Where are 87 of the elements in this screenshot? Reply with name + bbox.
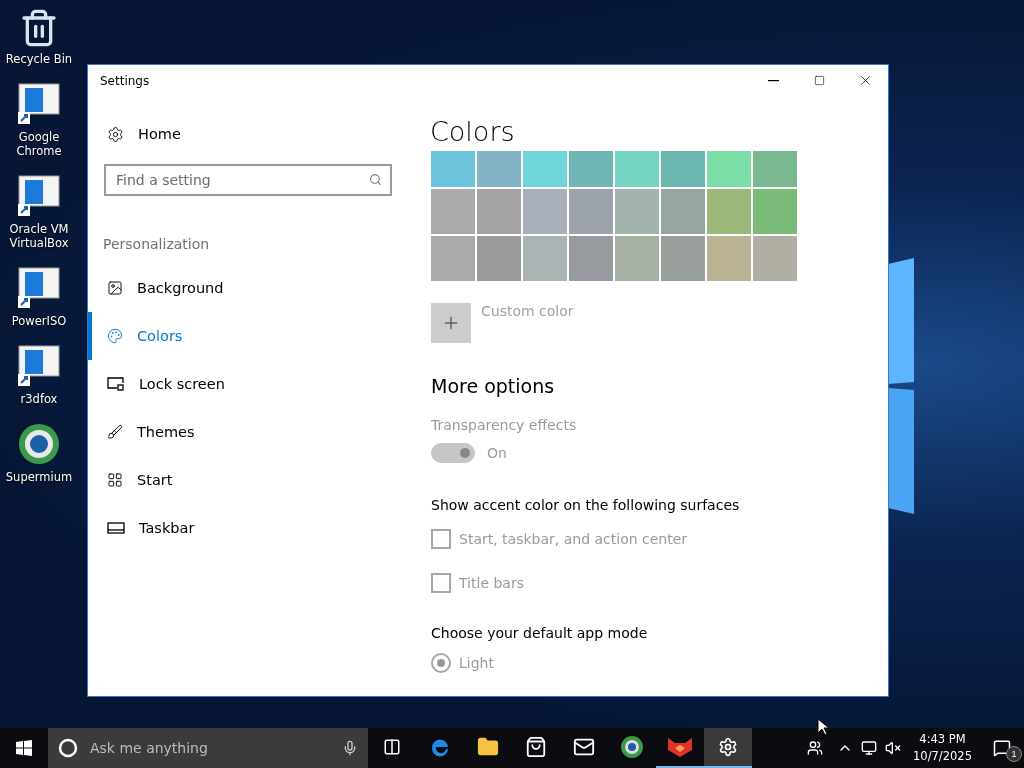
network-icon — [861, 740, 878, 756]
volume-muted-icon — [885, 740, 902, 756]
checkbox-label: Title bars — [459, 575, 524, 591]
folder-icon — [477, 736, 499, 758]
icon-label: PowerISO — [10, 314, 68, 328]
clock[interactable]: 4:43 PM 10/7/2025 — [905, 731, 980, 765]
setting-label: Transparency effects — [431, 417, 578, 433]
taskbar-app-button[interactable] — [704, 728, 752, 768]
color-swatch[interactable] — [523, 189, 567, 234]
notification-count: 1 — [1006, 746, 1022, 762]
window-shortcut-icon — [17, 82, 61, 126]
color-swatch[interactable] — [615, 236, 659, 281]
icon-label: r3dfox — [19, 392, 59, 406]
maximize-icon — [813, 75, 825, 86]
settings-icon — [718, 737, 738, 757]
color-swatch[interactable] — [431, 151, 475, 187]
color-swatch[interactable] — [569, 151, 613, 187]
window-shortcut-icon — [17, 174, 61, 218]
color-swatch[interactable] — [523, 151, 567, 187]
color-swatch[interactable] — [661, 236, 705, 281]
notification-icon — [993, 739, 1011, 757]
lock-screen-icon — [107, 376, 125, 392]
nav-item[interactable]: Colors — [88, 312, 408, 360]
color-swatch[interactable] — [477, 189, 521, 234]
windows-logo-icon — [16, 740, 32, 756]
taskbar-search-field[interactable]: Ask me anything — [88, 739, 332, 757]
taskbar-icon — [107, 521, 125, 535]
nav-item[interactable]: Start — [88, 456, 408, 504]
image-icon — [107, 280, 123, 296]
section-heading: Personalization — [103, 236, 211, 252]
setting-label: Show accent color on the following surfaces — [431, 497, 741, 513]
color-swatch[interactable] — [661, 151, 705, 187]
window-title: Settings — [100, 73, 151, 88]
checkbox-label: Start, taskbar, and action center — [459, 531, 688, 547]
setting-label: Choose your default app mode — [431, 625, 649, 641]
color-swatch[interactable] — [707, 189, 751, 234]
color-swatch[interactable] — [477, 151, 521, 187]
color-swatch[interactable] — [477, 236, 521, 281]
icon-label: Supermium — [4, 470, 74, 484]
color-swatch[interactable] — [707, 151, 751, 187]
color-swatch[interactable] — [753, 236, 797, 281]
mail-icon — [573, 736, 595, 758]
brush-icon — [107, 424, 123, 440]
page-title: Colors — [430, 116, 516, 147]
nav-item[interactable]: Lock screen — [88, 360, 408, 408]
globe-icon — [17, 422, 61, 466]
settings-icon — [107, 125, 124, 143]
icon-label: Google Chrome — [15, 130, 63, 158]
task-view-icon — [383, 738, 401, 756]
window-shortcut-icon — [17, 344, 61, 388]
color-swatch[interactable] — [753, 151, 797, 187]
home-nav-item[interactable]: Home — [88, 110, 408, 158]
icon-label: Recycle Bin — [4, 52, 74, 66]
nav-item[interactable]: Background — [88, 264, 408, 312]
toggle-state-label: On — [487, 445, 507, 461]
custom-color-label: Custom color — [481, 303, 574, 321]
mouse-cursor-icon — [817, 718, 829, 736]
search-icon — [369, 173, 382, 186]
color-swatch[interactable] — [431, 189, 475, 234]
section-heading: More options — [431, 375, 556, 397]
nav-item[interactable]: Taskbar — [88, 504, 408, 552]
store-icon — [525, 736, 547, 758]
color-swatch[interactable] — [707, 236, 751, 281]
color-swatch[interactable] — [569, 236, 613, 281]
color-swatch[interactable] — [615, 151, 659, 187]
cortana-circle-icon — [58, 738, 78, 758]
nav-item[interactable]: Themes — [88, 408, 408, 456]
people-icon — [807, 740, 824, 756]
add-color-button[interactable] — [431, 303, 471, 343]
palette-icon — [107, 328, 123, 344]
radio-label: Light — [459, 655, 494, 671]
color-swatch[interactable] — [523, 236, 567, 281]
taskbar-search-box[interactable]: Ask me anything — [48, 728, 368, 768]
color-swatch[interactable] — [753, 189, 797, 234]
color-swatch[interactable] — [569, 189, 613, 234]
color-swatch[interactable] — [431, 236, 475, 281]
color-swatch[interactable] — [615, 189, 659, 234]
minimize-icon — [767, 79, 779, 82]
action-center-button[interactable]: 1 — [980, 728, 1024, 768]
microphone-icon — [342, 740, 358, 756]
icon-label: Oracle VM VirtualBox — [8, 222, 70, 250]
fox-icon — [667, 736, 693, 758]
grid-icon — [107, 472, 123, 488]
search-field[interactable]: Find a setting — [104, 164, 392, 196]
window-shortcut-icon — [17, 266, 61, 310]
globe-icon — [620, 735, 644, 759]
color-swatch[interactable] — [661, 189, 705, 234]
